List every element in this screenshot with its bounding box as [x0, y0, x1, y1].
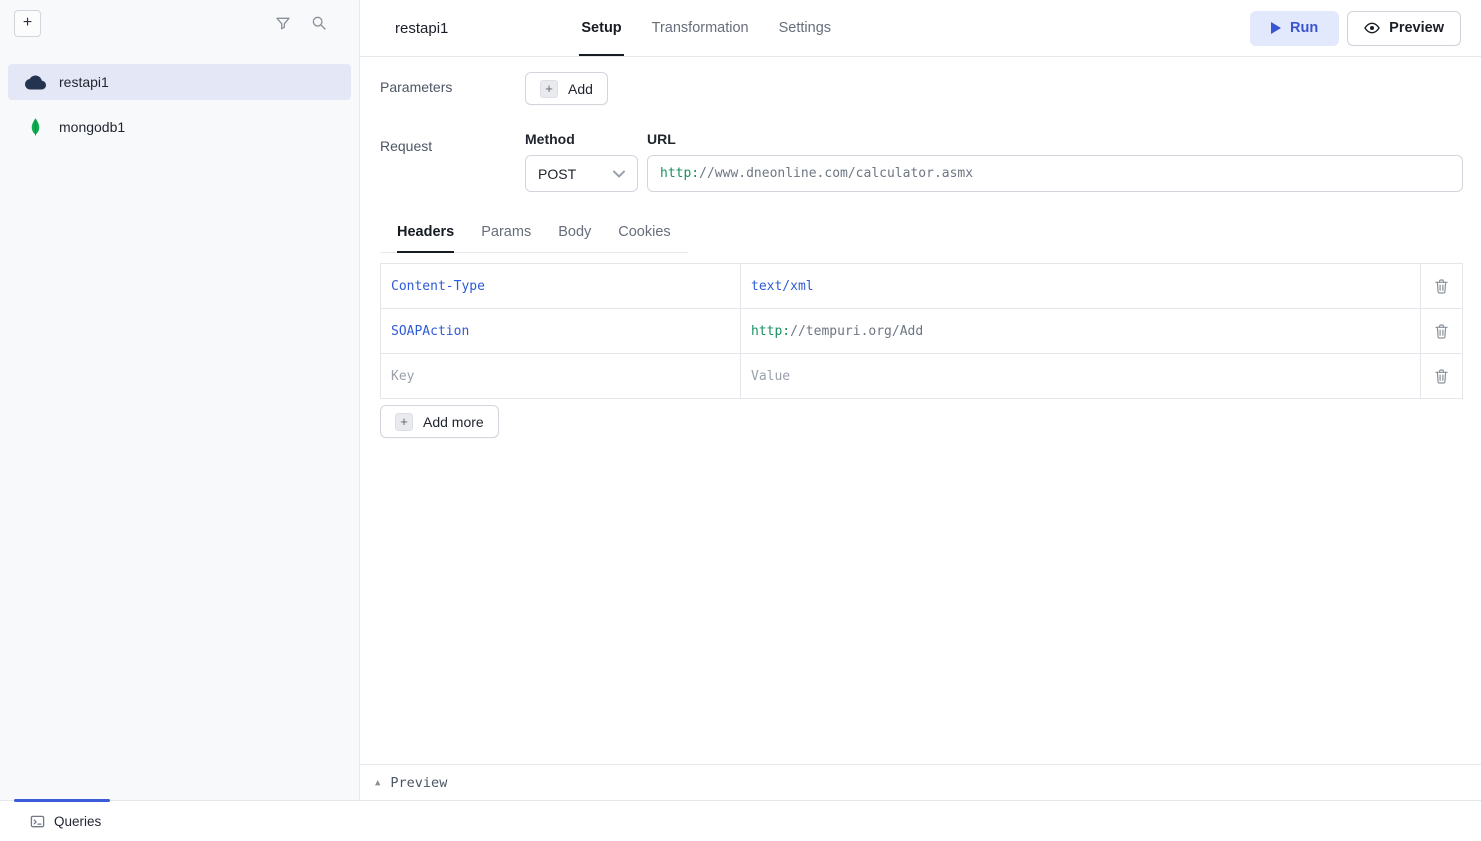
query-item-mongodb1[interactable]: mongodb1	[8, 109, 351, 145]
header-actions: Run Preview	[1250, 0, 1461, 56]
tab-transformation[interactable]: Transformation	[652, 0, 749, 56]
method-dropdown[interactable]: POST	[525, 155, 638, 192]
url-scheme: http:	[660, 166, 699, 181]
header-key-field[interactable]	[381, 354, 741, 399]
url-column: URL http://www.dneonline.com/calculator.…	[647, 131, 1463, 192]
method-value: POST	[538, 166, 576, 182]
chevron-down-icon	[613, 170, 625, 178]
request-subtabs: Headers Params Body Cookies	[380, 224, 688, 253]
add-more-label: Add more	[423, 414, 484, 430]
collapse-icon: ▲	[375, 778, 380, 788]
setup-panel: Parameters + Add Request Method POST	[360, 57, 1481, 764]
header-key-field[interactable]: Content-Type	[381, 264, 741, 309]
query-item-restapi1[interactable]: restapi1	[8, 64, 351, 100]
add-query-button[interactable]: +	[14, 10, 41, 37]
delete-header-button[interactable]	[1421, 309, 1463, 354]
header-value-field[interactable]: text/xml	[741, 264, 1421, 309]
trash-icon	[1435, 279, 1448, 294]
rest-api-icon	[24, 75, 46, 90]
filter-icon[interactable]	[275, 15, 291, 31]
query-item-label: restapi1	[59, 74, 109, 90]
header-row-3	[381, 354, 1463, 399]
eye-icon	[1364, 20, 1380, 36]
header-value-input[interactable]	[751, 369, 1410, 384]
sidebar-toolbar-icons	[275, 15, 345, 31]
request-row: Request Method POST URL	[380, 131, 1463, 192]
trash-icon	[1435, 324, 1448, 339]
bottom-bar: Queries	[0, 800, 1481, 841]
queries-tab-label: Queries	[54, 814, 101, 829]
header-row-1: Content-Type text/xml	[381, 264, 1463, 309]
header-value-text: text/xml	[751, 279, 814, 294]
queries-icon	[30, 814, 45, 829]
response-pane-toggle[interactable]: ▲ Preview	[360, 764, 1481, 800]
request-label: Request	[380, 131, 525, 192]
delete-header-button[interactable]	[1421, 264, 1463, 309]
headers-table: Content-Type text/xml SOAPAction	[380, 263, 1463, 399]
plus-icon: +	[540, 80, 558, 98]
preview-button-label: Preview	[1389, 20, 1444, 36]
header-value-rest: //tempuri.org/Add	[790, 324, 923, 339]
plus-icon: +	[395, 413, 413, 431]
parameters-label: Parameters	[380, 72, 525, 105]
request-controls: Method POST URL http://www.dne	[525, 131, 1463, 192]
url-label: URL	[647, 131, 1463, 147]
response-pane-label: Preview	[390, 775, 447, 791]
trash-icon	[1435, 369, 1448, 384]
tab-queries[interactable]: Queries	[30, 814, 101, 829]
header-value-scheme: http:	[751, 324, 790, 339]
header-value-field[interactable]: http://tempuri.org/Add	[741, 309, 1421, 354]
query-title: restapi1	[395, 20, 448, 37]
run-button[interactable]: Run	[1250, 11, 1339, 46]
query-editor: restapi1 Setup Transformation Settings R…	[360, 0, 1481, 800]
query-item-label: mongodb1	[59, 119, 125, 135]
subtab-headers[interactable]: Headers	[397, 224, 454, 253]
add-more-wrap: + Add more	[380, 405, 1463, 438]
queries-sidebar: + restapi1	[0, 0, 360, 800]
method-label: Method	[525, 131, 638, 147]
delete-header-button[interactable]	[1421, 354, 1463, 399]
header-key-text: Content-Type	[391, 279, 485, 294]
url-rest: //www.dneonline.com/calculator.asmx	[699, 166, 973, 181]
subtab-body[interactable]: Body	[558, 224, 591, 252]
header-value-field[interactable]	[741, 354, 1421, 399]
query-header: restapi1 Setup Transformation Settings R…	[360, 0, 1481, 57]
mongodb-icon	[24, 117, 46, 137]
app-root: + restapi1	[0, 0, 1481, 841]
editor-tabs: Setup Transformation Settings	[581, 0, 831, 56]
preview-button[interactable]: Preview	[1347, 11, 1461, 46]
add-parameter-button[interactable]: + Add	[525, 72, 608, 105]
add-more-button[interactable]: + Add more	[380, 405, 499, 438]
plus-icon: +	[23, 15, 32, 31]
add-parameter-label: Add	[568, 81, 593, 97]
play-icon	[1271, 22, 1281, 34]
url-input[interactable]: http://www.dneonline.com/calculator.asmx	[647, 155, 1463, 192]
sidebar-toolbar: +	[0, 0, 359, 46]
tab-setup[interactable]: Setup	[581, 0, 621, 56]
tab-settings[interactable]: Settings	[779, 0, 831, 56]
search-icon[interactable]	[311, 15, 327, 31]
header-row-2: SOAPAction http://tempuri.org/Add	[381, 309, 1463, 354]
header-key-field[interactable]: SOAPAction	[381, 309, 741, 354]
method-column: Method POST	[525, 131, 638, 192]
subtab-cookies[interactable]: Cookies	[618, 224, 670, 252]
subtab-params[interactable]: Params	[481, 224, 531, 252]
main-row: + restapi1	[0, 0, 1481, 800]
parameters-row: Parameters + Add	[380, 72, 1463, 105]
header-key-input[interactable]	[391, 369, 730, 384]
query-list: restapi1 mongodb1	[0, 46, 359, 145]
run-button-label: Run	[1290, 20, 1318, 36]
queries-tab-indicator	[14, 799, 110, 802]
header-key-text: SOAPAction	[391, 324, 469, 339]
